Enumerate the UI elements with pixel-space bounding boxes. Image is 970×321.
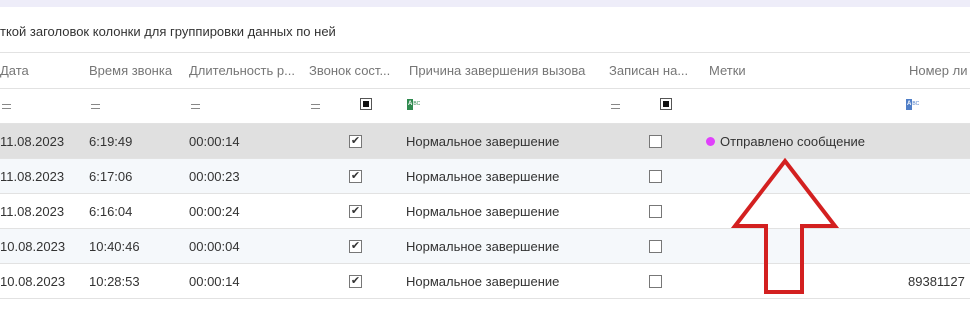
cell-number: 89381127 — [908, 274, 965, 289]
equals-filter-icon[interactable] — [191, 104, 200, 109]
cell-date: 10.08.2023 — [0, 274, 66, 289]
tag-color-dot — [706, 137, 715, 146]
equals-filter-icon[interactable] — [611, 104, 620, 109]
cell-tag: Отправлено сообщение — [720, 134, 866, 149]
column-header-recorded[interactable]: Записан на... — [609, 63, 701, 78]
recorded-checkbox[interactable] — [649, 170, 662, 183]
connected-checkbox[interactable]: ✔ — [349, 205, 362, 218]
status-filter-checkbox[interactable] — [360, 98, 372, 110]
recorded-checkbox[interactable] — [649, 275, 662, 288]
column-header-end-reason[interactable]: Причина завершения вызова — [409, 63, 603, 78]
cell-call-time: 10:40:46 — [89, 239, 140, 254]
cell-duration: 00:00:14 — [189, 134, 240, 149]
filter-row: ABC ABC — [0, 88, 970, 124]
grid-header: Дата Время звонка Длительность р... Звон… — [0, 53, 970, 89]
cell-call-time: 6:17:06 — [89, 169, 133, 184]
connected-checkbox[interactable]: ✔ — [349, 170, 362, 183]
column-header-call-status[interactable]: Звонок сост... — [309, 63, 401, 78]
cell-date: 10.08.2023 — [0, 239, 66, 254]
cell-end-reason: Нормальное завершение — [406, 274, 560, 289]
cell-end-reason: Нормальное завершение — [406, 239, 560, 254]
top-accent-bar — [0, 0, 970, 7]
column-header-date[interactable]: Дата — [0, 63, 80, 78]
column-header-tags[interactable]: Метки — [709, 63, 899, 78]
cell-call-time: 6:16:04 — [89, 204, 133, 219]
cell-end-reason: Нормальное завершение — [406, 204, 560, 219]
cell-duration: 00:00:23 — [189, 169, 240, 184]
connected-checkbox[interactable]: ✔ — [349, 135, 362, 148]
equals-filter-icon[interactable] — [91, 104, 100, 109]
cell-duration: 00:00:24 — [189, 204, 240, 219]
cell-duration: 00:00:04 — [189, 239, 240, 254]
connected-checkbox[interactable]: ✔ — [349, 240, 362, 253]
equals-filter-icon[interactable] — [311, 104, 320, 109]
cell-call-time: 10:28:53 — [89, 274, 140, 289]
cell-end-reason: Нормальное завершение — [406, 169, 560, 184]
cell-date: 11.08.2023 — [0, 134, 65, 149]
column-header-call-time[interactable]: Время звонка — [89, 63, 181, 78]
group-by-hint: ткой заголовок колонки для группировки д… — [0, 24, 336, 39]
equals-filter-icon[interactable] — [2, 104, 11, 109]
red-arrow-annotation — [730, 157, 840, 294]
group-by-panel[interactable]: ткой заголовок колонки для группировки д… — [0, 7, 970, 53]
table-row[interactable]: 11.08.2023 6:19:49 00:00:14 ✔ Нормальное зав… — [0, 124, 970, 159]
text-filter-icon[interactable]: ABC — [906, 99, 922, 110]
text-filter-icon[interactable]: ABC — [407, 99, 423, 110]
recorded-checkbox[interactable] — [649, 240, 662, 253]
recorded-checkbox[interactable] — [649, 205, 662, 218]
cell-duration: 00:00:14 — [189, 274, 240, 289]
recorded-filter-checkbox[interactable] — [660, 98, 672, 110]
column-header-number[interactable]: Номер ли — [909, 63, 970, 78]
cell-date: 11.08.2023 — [0, 169, 65, 184]
cell-end-reason: Нормальное завершение — [406, 134, 560, 149]
connected-checkbox[interactable]: ✔ — [349, 275, 362, 288]
recorded-checkbox[interactable] — [649, 135, 662, 148]
cell-date: 11.08.2023 — [0, 204, 65, 219]
column-header-duration[interactable]: Длительность р... — [189, 63, 301, 78]
cell-call-time: 6:19:49 — [89, 134, 133, 149]
